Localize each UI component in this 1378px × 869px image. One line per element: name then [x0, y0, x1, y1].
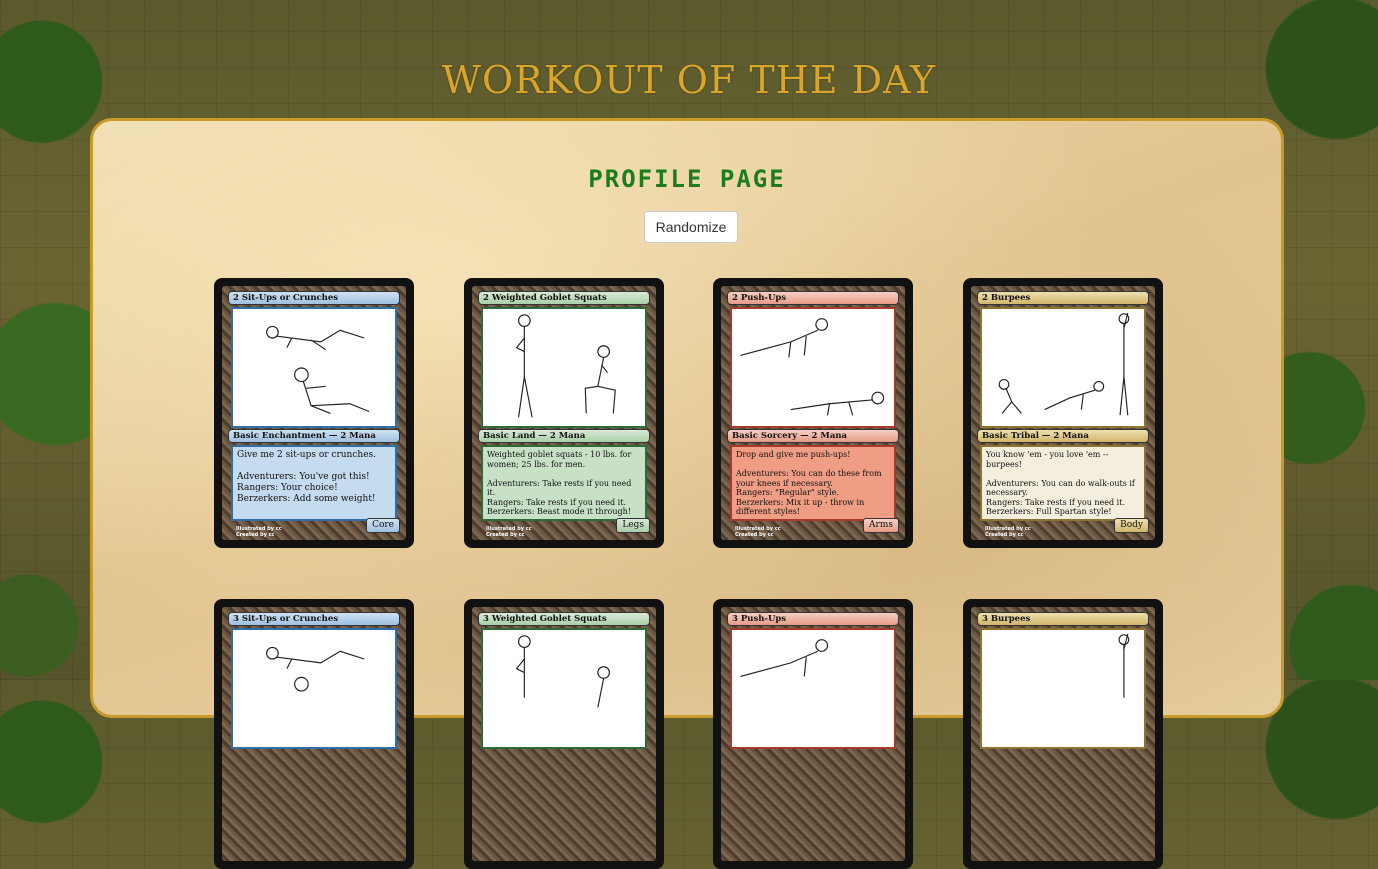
- card-title: 2 Burpees: [977, 291, 1149, 305]
- card-title: 2 Sit-Ups or Crunches: [228, 291, 400, 305]
- card-frame: 3 Sit-Ups or Crunches: [222, 607, 406, 861]
- site-title: WORKOUT OF THE DAY: [441, 58, 937, 102]
- page-heading: PROFILE PAGE: [588, 165, 786, 193]
- card-frame: 3 Push-Ups: [721, 607, 905, 861]
- card-type: Basic Enchantment — 2 Mana: [228, 429, 400, 443]
- card-text: You know 'em - you love 'em -- burpees! …: [980, 445, 1146, 521]
- card-type: Basic Land — 2 Mana: [478, 429, 650, 443]
- card-text: Weighted goblet squats - 10 lbs. for wom…: [481, 445, 647, 521]
- workout-card[interactable]: 3 Push-Ups: [713, 599, 913, 869]
- card-illustration: [730, 628, 896, 749]
- card-title: 2 Weighted Goblet Squats: [478, 291, 650, 305]
- card-illustration: [481, 628, 647, 749]
- workout-card[interactable]: 2 Push-Ups Basic Sorcery — 2 Mana Drop a…: [713, 278, 913, 548]
- card-credit: Illustrated by cc Created by cc: [486, 526, 532, 538]
- card-title: 2 Push-Ups: [727, 291, 899, 305]
- card-category-tag: Arms: [863, 518, 899, 533]
- card-frame: 3 Weighted Goblet Squats: [472, 607, 656, 861]
- card-illustration: [980, 628, 1146, 749]
- randomize-button[interactable]: Randomize: [644, 211, 738, 243]
- card-frame: 2 Weighted Goblet Squats Basic Land — 2 …: [472, 286, 656, 540]
- card-credit: Illustrated by cc Created by cc: [735, 526, 781, 538]
- card-illustration: [980, 307, 1146, 428]
- card-credit: Illustrated by cc Created by cc: [985, 526, 1031, 538]
- card-type: Basic Tribal — 2 Mana: [977, 429, 1149, 443]
- workout-card[interactable]: 3 Sit-Ups or Crunches: [214, 599, 414, 869]
- profile-panel: PROFILE PAGE Randomize 2 Sit-Ups or Crun…: [90, 118, 1284, 869]
- card-title: 3 Burpees: [977, 612, 1149, 626]
- card-frame: 2 Sit-Ups or Crunches Basic Enchantment …: [222, 286, 406, 540]
- workout-card[interactable]: 2 Burpees Basic Tribal — 2 Mana You know…: [963, 278, 1163, 548]
- card-frame: 2 Burpees Basic Tribal — 2 Mana You know…: [971, 286, 1155, 540]
- card-title: 3 Sit-Ups or Crunches: [228, 612, 400, 626]
- card-title: 3 Weighted Goblet Squats: [478, 612, 650, 626]
- card-frame: 2 Push-Ups Basic Sorcery — 2 Mana Drop a…: [721, 286, 905, 540]
- card-category-tag: Body: [1114, 518, 1149, 533]
- workout-card[interactable]: 2 Sit-Ups or Crunches Basic Enchantment …: [214, 278, 414, 548]
- card-category-tag: Legs: [616, 518, 650, 533]
- workout-card[interactable]: 3 Weighted Goblet Squats: [464, 599, 664, 869]
- card-illustration: [231, 307, 397, 428]
- workout-card[interactable]: 3 Burpees: [963, 599, 1163, 869]
- card-title: 3 Push-Ups: [727, 612, 899, 626]
- card-text: Drop and give me push-ups! Adventurers: …: [730, 445, 896, 521]
- card-illustration: [481, 307, 647, 428]
- card-credit: Illustrated by cc Created by cc: [236, 526, 282, 538]
- card-text: Give me 2 sit-ups or crunches. Adventure…: [231, 445, 397, 521]
- card-illustration: [730, 307, 896, 428]
- workout-card[interactable]: 2 Weighted Goblet Squats Basic Land — 2 …: [464, 278, 664, 548]
- card-illustration: [231, 628, 397, 749]
- card-category-tag: Core: [366, 518, 400, 533]
- card-frame: 3 Burpees: [971, 607, 1155, 861]
- card-type: Basic Sorcery — 2 Mana: [727, 429, 899, 443]
